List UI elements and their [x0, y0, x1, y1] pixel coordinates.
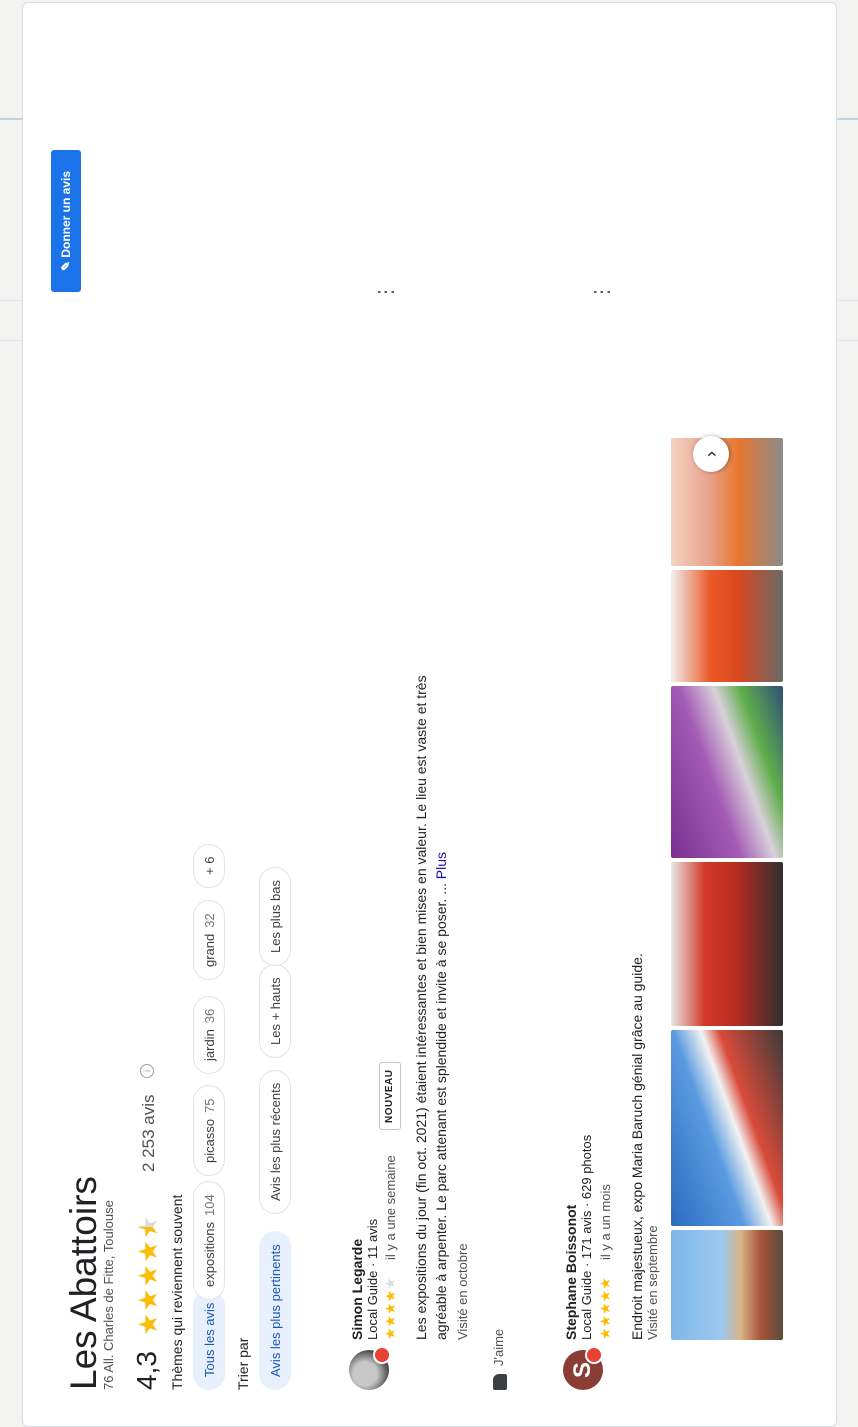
rating-stars: ★★★★★: [133, 1214, 164, 1336]
reviewer-meta: Local Guide · 171 avis · 629 photos: [579, 1134, 594, 1340]
review-photo[interactable]: [671, 1230, 783, 1340]
sort-highest[interactable]: Les + hauts: [259, 964, 291, 1058]
more-vert-icon[interactable]: ⋮: [373, 283, 398, 302]
chip-all-reviews[interactable]: Tous les avis: [193, 1289, 225, 1390]
chip-jardin[interactable]: jardin36: [193, 995, 225, 1074]
pencil-icon: ✎: [59, 257, 73, 272]
sort-recent[interactable]: Avis les plus récents: [259, 1069, 291, 1214]
reviewer-meta: Local Guide · 11 avis: [365, 1218, 380, 1340]
review-stars: ★★★★★: [382, 1277, 398, 1340]
more-vert-icon[interactable]: ⋮: [589, 283, 614, 302]
review-time: il y a un mois: [598, 1184, 613, 1260]
chevron-right-icon[interactable]: ›: [693, 436, 729, 472]
review-photo[interactable]: [671, 862, 783, 1026]
reviewer-name[interactable]: Stephane Boissonot: [563, 1205, 579, 1340]
reviewer-name[interactable]: Simon Legarde: [349, 1239, 365, 1340]
sort-lowest[interactable]: Les plus bas: [259, 867, 291, 966]
chip-expositions[interactable]: expositions104: [193, 1181, 225, 1300]
review-photo[interactable]: [671, 570, 783, 682]
place-address: 76 All. Charles de Fitte, Toulouse: [101, 1200, 116, 1390]
review-stars: ★★★★★: [597, 1277, 613, 1340]
review-text: Les expositions du jour (fin oct. 2021) …: [413, 675, 449, 1340]
like-button[interactable]: J'aime: [491, 1329, 507, 1390]
themes-label: Thèmes qui reviennent souvent: [169, 1194, 185, 1390]
local-guide-badge-icon: [585, 1346, 603, 1364]
reviews-count-link[interactable]: 2 253 avis: [139, 1095, 159, 1173]
review-text: Endroit majestueux, expo Maria Baruch gé…: [629, 953, 645, 1340]
review-photo[interactable]: [671, 686, 783, 858]
review-photo[interactable]: [671, 1030, 783, 1226]
visited-date: Visité en octobre: [455, 1243, 470, 1340]
write-review-button[interactable]: ✎ Donner un avis: [51, 150, 81, 292]
visited-date: Visité en septembre: [645, 1225, 660, 1340]
chip-grand[interactable]: grand32: [193, 900, 225, 980]
chip-picasso[interactable]: picasso75: [193, 1085, 225, 1176]
place-title: Les Abattoirs: [63, 1176, 104, 1390]
read-more-link[interactable]: Plus: [433, 852, 449, 879]
local-guide-badge-icon: [373, 1346, 391, 1364]
new-badge: NOUVEAU: [379, 1062, 401, 1130]
chip-more-themes[interactable]: + 6: [193, 843, 225, 888]
sort-relevant[interactable]: Avis les plus pertinents: [259, 1231, 291, 1390]
info-icon[interactable]: i: [140, 1064, 154, 1078]
sort-label: Trier par: [235, 1337, 251, 1390]
thumb-up-icon: [492, 1374, 507, 1390]
review-time: il y a une semaine: [383, 1155, 398, 1260]
reviews-panel: Les Abattoirs 76 All. Charles de Fitte, …: [22, 2, 837, 1427]
